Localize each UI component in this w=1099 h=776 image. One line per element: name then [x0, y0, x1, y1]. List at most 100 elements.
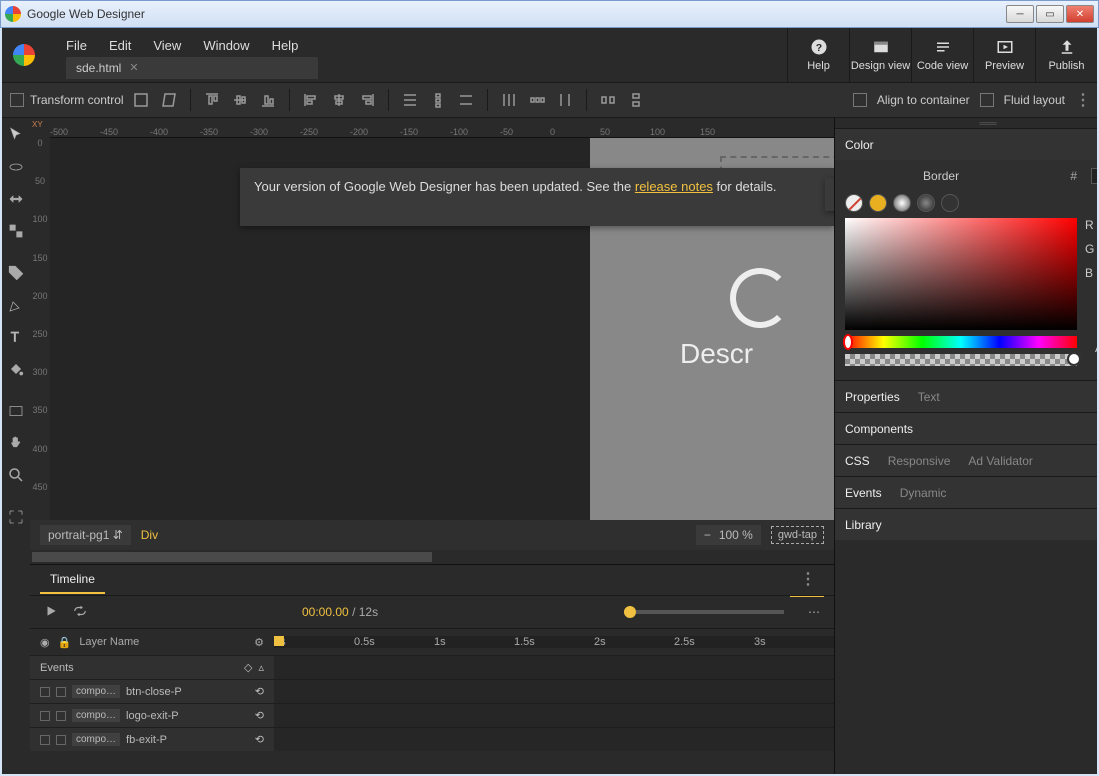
align-container-checkbox[interactable]: [853, 93, 867, 107]
document-tab[interactable]: sde.html ✕: [66, 57, 318, 79]
text-panel-tab[interactable]: Text: [918, 390, 940, 404]
element-tool[interactable]: [2, 218, 30, 244]
ruler-horizontal[interactable]: -500-450-400-350-300-250-200-150-100-500…: [30, 118, 834, 138]
close-tab-icon[interactable]: ✕: [129, 61, 138, 74]
transform-skew-icon[interactable]: [158, 89, 180, 111]
window-minimize-button[interactable]: ─: [1006, 5, 1034, 23]
align-top-icon[interactable]: [201, 89, 223, 111]
canvas[interactable]: LO Descr Your version of Google Web Desi…: [50, 138, 834, 520]
components-panel-tab[interactable]: Components: [845, 422, 913, 436]
release-notes-link[interactable]: release notes: [635, 179, 713, 194]
distribute-right-icon[interactable]: [554, 89, 576, 111]
selection-tool[interactable]: [2, 122, 30, 148]
fill-tool[interactable]: [2, 356, 30, 382]
align-hcenter-icon[interactable]: [328, 89, 350, 111]
text-tool[interactable]: T: [2, 324, 30, 350]
distribute-bottom-icon[interactable]: [455, 89, 477, 111]
notification-close-button[interactable]: CLOSE: [825, 178, 834, 211]
3d-translate-tool[interactable]: [2, 186, 30, 212]
horizontal-scrollbar[interactable]: [30, 550, 834, 564]
publish-button[interactable]: Publish: [1035, 28, 1097, 82]
help-button[interactable]: ?Help: [787, 28, 849, 82]
menu-edit[interactable]: Edit: [109, 38, 131, 53]
align-left-icon[interactable]: [300, 89, 322, 111]
layer-settings-icon[interactable]: ⚙: [254, 636, 264, 649]
responsive-panel-tab[interactable]: Responsive: [888, 454, 951, 468]
swatch-none[interactable]: [845, 194, 863, 212]
align-container-label: Align to container: [877, 93, 970, 107]
adval-panel-tab[interactable]: Ad Validator: [968, 454, 1032, 468]
hex-input[interactable]: [1091, 168, 1097, 184]
right-panels: ═══ Color⋮ Background Border # ⇄: [834, 118, 1097, 774]
menu-view[interactable]: View: [153, 38, 181, 53]
color-picker[interactable]: [845, 218, 1077, 330]
timeline-layer-row[interactable]: compo…fb-exit-P⟲: [30, 727, 834, 751]
keyframe-icon[interactable]: ◇: [244, 661, 252, 674]
rectangle-tool[interactable]: [2, 398, 30, 424]
loop-button[interactable]: [72, 604, 88, 621]
library-panel-tab[interactable]: Library: [845, 518, 882, 532]
hue-slider[interactable]: [845, 336, 1077, 348]
hand-tool[interactable]: [2, 430, 30, 456]
spacing-h-icon[interactable]: [597, 89, 619, 111]
fluid-layout-checkbox[interactable]: [980, 93, 994, 107]
zoom-value[interactable]: 100 %: [719, 528, 753, 542]
timeline-tab[interactable]: Timeline: [40, 566, 105, 594]
timeline-options-icon[interactable]: ⋯: [808, 605, 820, 619]
menu-file[interactable]: File: [66, 38, 87, 53]
distribute-top-icon[interactable]: [399, 89, 421, 111]
visibility-icon[interactable]: ◉: [40, 636, 50, 649]
timeline-ruler[interactable]: 0s0.5s1s1.5s2s2.5s3s: [274, 636, 834, 648]
code-view-button[interactable]: Code view: [911, 28, 973, 82]
menu-window[interactable]: Window: [203, 38, 249, 53]
timeline-layer-row[interactable]: compo…logo-exit-P⟲: [30, 703, 834, 727]
window-close-button[interactable]: ✕: [1066, 5, 1094, 23]
timeline-zoom-slider[interactable]: [624, 610, 784, 614]
zoom-tool[interactable]: [2, 462, 30, 488]
css-panel-tab[interactable]: CSS: [845, 454, 870, 468]
color-panel-tab[interactable]: Color: [845, 138, 874, 152]
zoom-out-button[interactable]: −: [704, 528, 711, 542]
window-maximize-button[interactable]: ▭: [1036, 5, 1064, 23]
tag-tool[interactable]: [2, 260, 30, 286]
align-vcenter-icon[interactable]: [229, 89, 251, 111]
preview-button[interactable]: Preview: [973, 28, 1035, 82]
events-panel-tab[interactable]: Events: [845, 486, 882, 500]
ruler-vertical[interactable]: 050100150200250300350400450: [30, 138, 50, 520]
lock-icon[interactable]: 🔒: [58, 636, 72, 649]
transform-rect-icon[interactable]: [130, 89, 152, 111]
properties-panel-tab[interactable]: Properties: [845, 390, 900, 404]
options-menu-icon[interactable]: ⋮: [1075, 90, 1089, 110]
align-right-icon[interactable]: [356, 89, 378, 111]
play-button[interactable]: [44, 604, 58, 621]
menu-help[interactable]: Help: [272, 38, 299, 53]
distribute-left-icon[interactable]: [498, 89, 520, 111]
taparea-badge[interactable]: gwd-tap: [771, 526, 824, 544]
alpha-slider[interactable]: [845, 354, 1077, 366]
transform-control-checkbox[interactable]: [10, 93, 24, 107]
timeline-layer-row[interactable]: compo…btn-close-P⟲: [30, 679, 834, 703]
align-bottom-icon[interactable]: [257, 89, 279, 111]
swatch-yellow[interactable]: [869, 194, 887, 212]
3d-rotate-tool[interactable]: [2, 154, 30, 180]
swatch-gradient-1[interactable]: [893, 194, 911, 212]
border-label[interactable]: Border: [923, 169, 959, 183]
add-event-icon[interactable]: ▵: [258, 661, 264, 674]
timeline-menu-icon[interactable]: ⋮: [790, 563, 824, 597]
playhead[interactable]: [274, 636, 284, 646]
distribute-vcenter-icon[interactable]: [427, 89, 449, 111]
fluid-layout-label: Fluid layout: [1004, 93, 1065, 107]
swatch-dark[interactable]: [941, 194, 959, 212]
breadcrumb-element[interactable]: Div: [141, 528, 158, 542]
ruler-origin[interactable]: XY: [30, 118, 50, 138]
dynamic-panel-tab[interactable]: Dynamic: [900, 486, 947, 500]
expand-tool[interactable]: [2, 504, 30, 530]
swatch-gradient-2[interactable]: [917, 194, 935, 212]
spacing-v-icon[interactable]: [625, 89, 647, 111]
distribute-hcenter-icon[interactable]: [526, 89, 548, 111]
panel-gripper[interactable]: ═══: [835, 118, 1097, 128]
breadcrumb-page[interactable]: portrait-pg1 ⇵: [40, 525, 131, 545]
pen-tool[interactable]: [2, 292, 30, 318]
design-view-button[interactable]: Design view: [849, 28, 911, 82]
description-text[interactable]: Descr: [680, 338, 753, 370]
